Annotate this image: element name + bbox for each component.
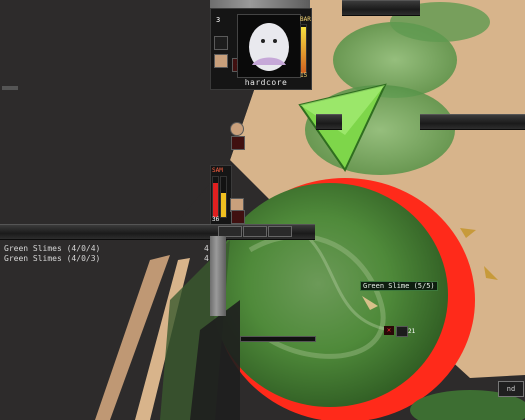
battle-slot-3[interactable] bbox=[268, 226, 292, 237]
target-level: 21 bbox=[408, 328, 416, 335]
top-right-bar bbox=[342, 0, 420, 16]
fight-stance-icon-2[interactable] bbox=[231, 136, 245, 150]
target-hand-icon[interactable] bbox=[396, 326, 408, 337]
party-health-meter bbox=[212, 176, 219, 218]
combat-log-line: Green Slimes (4/0/3) bbox=[4, 254, 101, 263]
character-name: hardcore bbox=[244, 78, 288, 87]
left-marker bbox=[2, 86, 18, 90]
target-close-icon[interactable]: ✕ bbox=[384, 326, 394, 335]
stone-pillar bbox=[210, 236, 226, 316]
fight-stance-icon-3[interactable] bbox=[231, 210, 245, 224]
dagger-icon[interactable] bbox=[214, 36, 228, 50]
combat-log: Green Slimes (4/0/4) Green Slimes (4/0/3… bbox=[4, 244, 100, 264]
green-slime-target bbox=[212, 183, 448, 407]
battle-slot-2[interactable] bbox=[243, 226, 267, 237]
character-portrait[interactable] bbox=[237, 14, 301, 78]
party-member-level: 36 bbox=[212, 216, 220, 223]
hand-icon-2[interactable] bbox=[230, 122, 244, 136]
health-meter bbox=[300, 24, 307, 74]
hand-icon[interactable] bbox=[214, 54, 228, 68]
party-member-name: SAM bbox=[212, 167, 223, 174]
combat-log-count: 4 bbox=[204, 254, 209, 263]
portrait-panel-top bbox=[210, 0, 310, 8]
combat-log-line: Green Slimes (4/0/4) bbox=[4, 244, 101, 253]
level-text: 3 bbox=[216, 16, 221, 24]
right-bar-left-cap bbox=[316, 114, 342, 130]
corner-button[interactable]: nd bbox=[498, 381, 524, 397]
party-mana-meter bbox=[220, 176, 227, 218]
target-health-bar bbox=[240, 336, 316, 342]
right-bar bbox=[420, 114, 525, 130]
target-name-label: Green Slime (5/5) bbox=[360, 281, 438, 291]
bar-label: BAR bbox=[300, 16, 311, 23]
combat-log-count: 4 bbox=[204, 244, 209, 253]
